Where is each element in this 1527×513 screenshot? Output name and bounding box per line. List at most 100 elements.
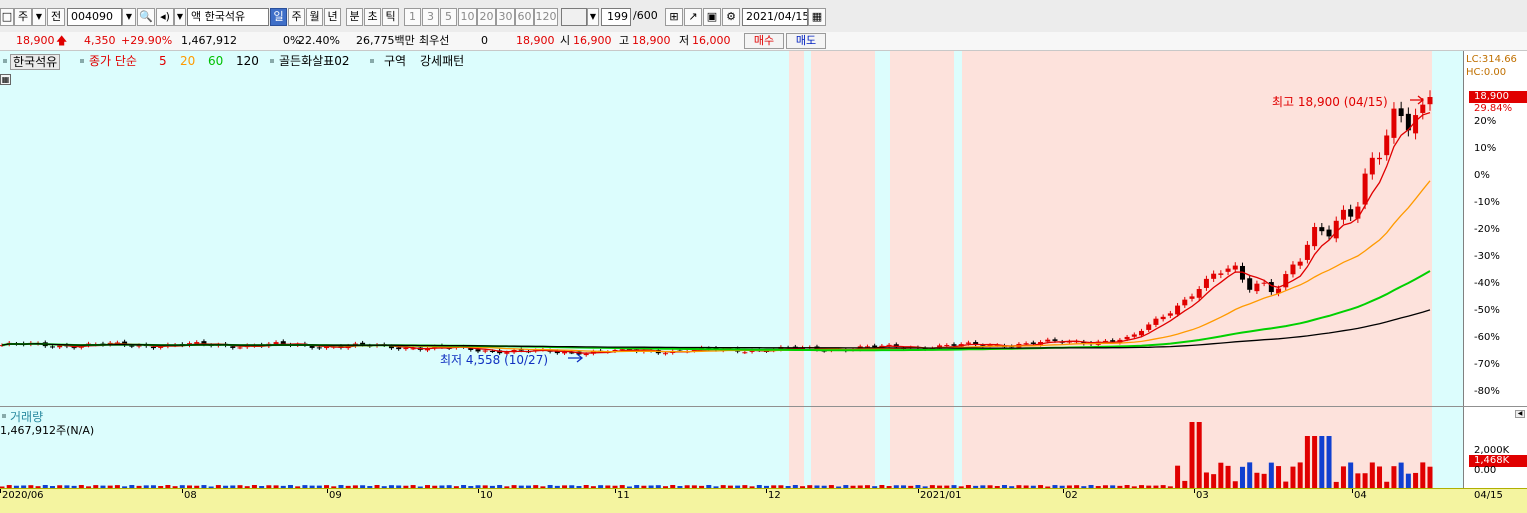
candle-body (951, 344, 957, 346)
x-label: 03 (1196, 490, 1209, 501)
ma5-line (1, 111, 1431, 354)
x-label: 09 (329, 490, 342, 501)
legend-marker (3, 59, 7, 63)
high-price: 18,900 (632, 34, 671, 47)
y-tick: -80% (1474, 386, 1500, 397)
volume-bar (1261, 473, 1267, 488)
save-icon[interactable]: ▣ (703, 8, 721, 26)
window-menu-button[interactable]: □ (0, 8, 14, 26)
x-tick-mark (182, 489, 183, 493)
settings-gear-icon[interactable]: ⚙ (722, 8, 740, 26)
stock-code-input[interactable]: 004090 (67, 8, 122, 26)
legend-marker (80, 59, 84, 63)
tab-second[interactable]: 초 (364, 8, 381, 26)
candle-body (1146, 324, 1152, 330)
minute-option-120[interactable]: 120 (534, 8, 558, 26)
minute-option-60[interactable]: 60 (515, 8, 534, 26)
grid-toggle-icon[interactable]: ▦ (0, 74, 11, 85)
volume-bar (1239, 466, 1245, 488)
candle-body (1052, 339, 1058, 341)
tab-month[interactable]: 월 (306, 8, 323, 26)
bar-count-input[interactable]: 199 (601, 8, 631, 26)
sound-icon[interactable]: ◂) (156, 8, 174, 26)
legend-golden-arrow[interactable]: 골든화살표02 (279, 54, 349, 68)
name-prefix: 액 (191, 10, 202, 23)
buy-button[interactable]: 매수 (744, 33, 784, 49)
prev-button[interactable]: 전 (47, 8, 65, 26)
candle-body (49, 346, 55, 348)
x-label: 02 (1065, 490, 1078, 501)
date-input[interactable]: 2021/04/15 (742, 8, 808, 26)
candle-body (1247, 278, 1253, 290)
stock-code-dropdown-icon[interactable]: ▼ (122, 8, 136, 26)
candle-body (1326, 229, 1332, 237)
x-tick-mark (478, 489, 479, 493)
candle-body (562, 352, 568, 354)
candle-body (1045, 339, 1051, 342)
tab-minute[interactable]: 분 (346, 8, 363, 26)
volume-pane[interactable]: 거래량 1,467,912주(N/A) (0, 407, 1463, 488)
date-axis[interactable]: 2020/06 08 09 10 11 12 2021/01 02 03 04 … (0, 488, 1527, 513)
minute-option-1[interactable]: 1 (404, 8, 421, 26)
minute-option-30[interactable]: 30 (496, 8, 515, 26)
legend-strong-pattern[interactable]: 강세패턴 (420, 54, 464, 68)
volume-bar (1254, 472, 1260, 488)
legend-zone[interactable]: 구역 (384, 54, 406, 68)
pref-value: 0 (481, 34, 488, 47)
candle-body (1369, 157, 1375, 175)
candle-body (230, 346, 236, 348)
search-icon[interactable]: 🔍 (137, 8, 155, 26)
minute-option-20[interactable]: 20 (477, 8, 496, 26)
candle-body (1384, 135, 1390, 156)
lc-value: LC:314.66 (1466, 54, 1517, 65)
price-chart-pane[interactable]: 한국석유 종가 단순 5 20 60 120 골든화살표02 구역 강세패턴 ▦… (0, 51, 1463, 406)
sell-button[interactable]: 매도 (786, 33, 826, 49)
current-price: 18,900 (16, 34, 55, 47)
stock-name-field[interactable]: 액 한국석유 (187, 8, 269, 26)
legend-stock-name[interactable]: 한국석유 (10, 54, 61, 70)
candle-body (1348, 209, 1354, 217)
volume-bar (1391, 466, 1397, 488)
legend-ma60[interactable]: 60 (208, 54, 223, 68)
custom-period-input[interactable] (561, 8, 587, 26)
legend-close-ma[interactable]: 종가 단순 (89, 54, 137, 68)
period-type-select[interactable]: 주 (14, 8, 32, 26)
candle-body (396, 347, 402, 350)
minute-option-3[interactable]: 3 (422, 8, 439, 26)
hc-value: HC:0.00 (1466, 67, 1507, 78)
tab-year[interactable]: 년 (324, 8, 341, 26)
volume-bar (1225, 465, 1231, 488)
custom-period-dropdown-icon[interactable]: ▼ (587, 8, 599, 26)
tab-week[interactable]: 주 (288, 8, 305, 26)
legend-marker (270, 59, 274, 63)
candle-body (1427, 97, 1433, 105)
y-tick: -30% (1474, 251, 1500, 262)
legend-ma120[interactable]: 120 (236, 54, 259, 68)
calendar-icon[interactable]: ▦ (808, 8, 826, 26)
ma120-line (1, 309, 1431, 349)
volume-bar (1377, 466, 1383, 488)
open-label: 시 (560, 34, 571, 47)
candle-body (316, 347, 322, 349)
volume-bar (1398, 462, 1404, 488)
tab-day[interactable]: 일 (270, 8, 287, 26)
volume-bar (1211, 474, 1217, 488)
candle-body (1211, 273, 1217, 279)
legend-ma5[interactable]: 5 (159, 54, 167, 68)
collapse-icon[interactable]: ◀ (1515, 410, 1525, 418)
period-type-dropdown-icon[interactable]: ▼ (32, 8, 46, 26)
tab-tick[interactable]: 틱 (382, 8, 399, 26)
high-arrow-icon (1410, 95, 1425, 105)
candle-body (1167, 313, 1173, 316)
candle-body (1160, 316, 1166, 320)
sound-dropdown-icon[interactable]: ▼ (174, 8, 186, 26)
line-tool-icon[interactable]: ↗ (684, 8, 702, 26)
candle-body (71, 347, 77, 349)
candle-body (1319, 227, 1325, 232)
legend-ma20[interactable]: 20 (180, 54, 195, 68)
minute-option-5[interactable]: 5 (440, 8, 457, 26)
minute-option-10[interactable]: 10 (458, 8, 477, 26)
up-arrow-icon: 🡅 (56, 34, 68, 47)
candle-body (1196, 289, 1202, 298)
chart-tools-icon[interactable]: ⊞ (665, 8, 683, 26)
